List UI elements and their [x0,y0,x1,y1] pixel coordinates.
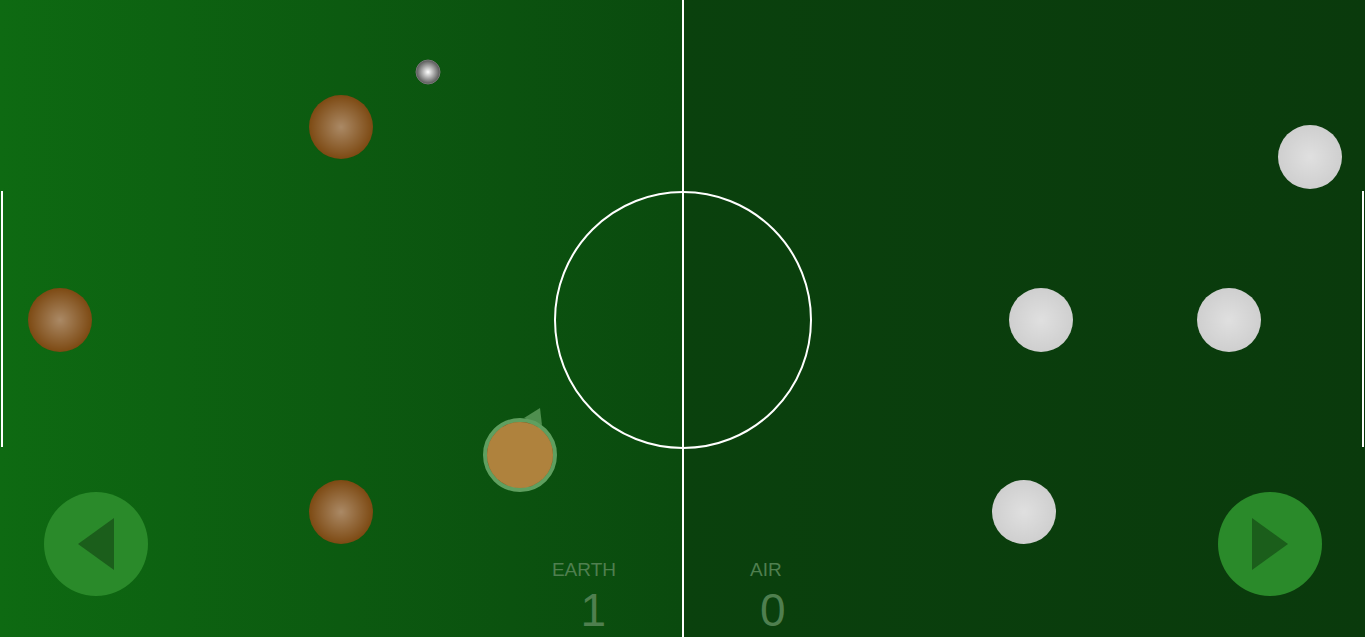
center-circle [555,192,811,448]
team [28,95,555,544]
team-name: EARTH [552,558,616,582]
player [309,95,373,159]
player-shine [992,480,1056,544]
player [485,408,555,490]
team-score: EARTH1 [552,558,616,637]
player-shine [1197,288,1261,352]
player-shine [1009,288,1073,352]
player [1278,125,1342,189]
player-body [992,480,1056,544]
player [992,480,1056,544]
player [28,288,92,352]
left-button[interactable] [44,492,148,596]
pitch [0,0,1365,637]
right-arrow-icon [1248,518,1292,570]
player-body [1009,288,1073,352]
player-body [28,288,92,352]
player-body [309,480,373,544]
selected-glow [487,422,553,488]
team [992,125,1342,544]
ball [416,60,440,84]
player-body [1197,288,1261,352]
selected-player [485,420,555,490]
team-points: 1 [570,582,616,637]
player [1197,288,1261,352]
team-name: AIR [750,558,782,582]
player-shine [309,95,373,159]
player [1009,288,1073,352]
game-field: EARTH1 AIR0 [0,0,1365,637]
team-score: AIR0 [750,558,796,637]
grass [0,0,1365,637]
player-shine [28,288,92,352]
team-points: 0 [750,582,796,637]
player-body [309,95,373,159]
right-goal [1362,191,1364,447]
player-shine [1278,125,1342,189]
left-arrow-icon [74,518,118,570]
right-button[interactable] [1218,492,1322,596]
player [309,480,373,544]
left-goal [1,191,3,447]
player-body [1278,125,1342,189]
center-line [682,0,684,637]
player-shine [309,480,373,544]
